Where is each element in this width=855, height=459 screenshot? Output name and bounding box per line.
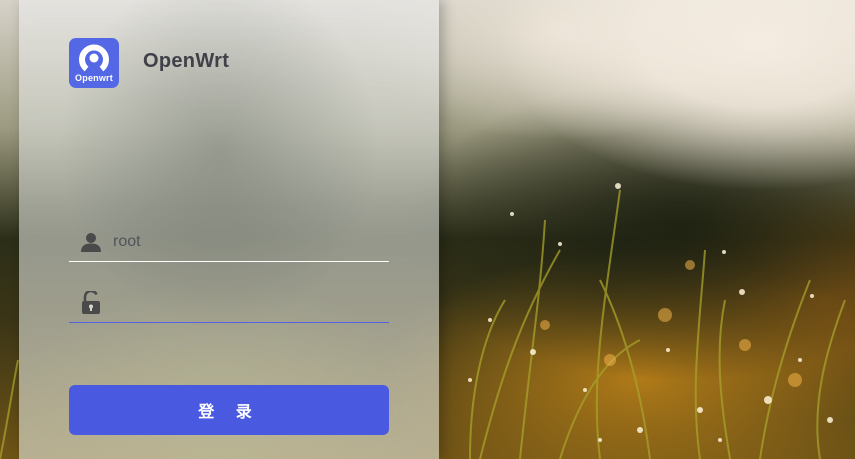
brand-title: OpenWrt: [143, 50, 230, 72]
password-field: [69, 283, 389, 323]
username-field: [69, 222, 389, 262]
user-icon: [69, 231, 113, 253]
login-panel: Openwrt OpenWrt 登 录: [19, 0, 439, 459]
password-input[interactable]: [113, 286, 389, 319]
openwrt-logo: Openwrt: [69, 38, 119, 88]
logo-caption: Openwrt: [75, 73, 113, 83]
power-ring-icon: [79, 44, 109, 72]
login-button[interactable]: 登 录: [69, 385, 389, 435]
unlock-icon: [69, 290, 113, 315]
username-input[interactable]: [113, 225, 389, 258]
